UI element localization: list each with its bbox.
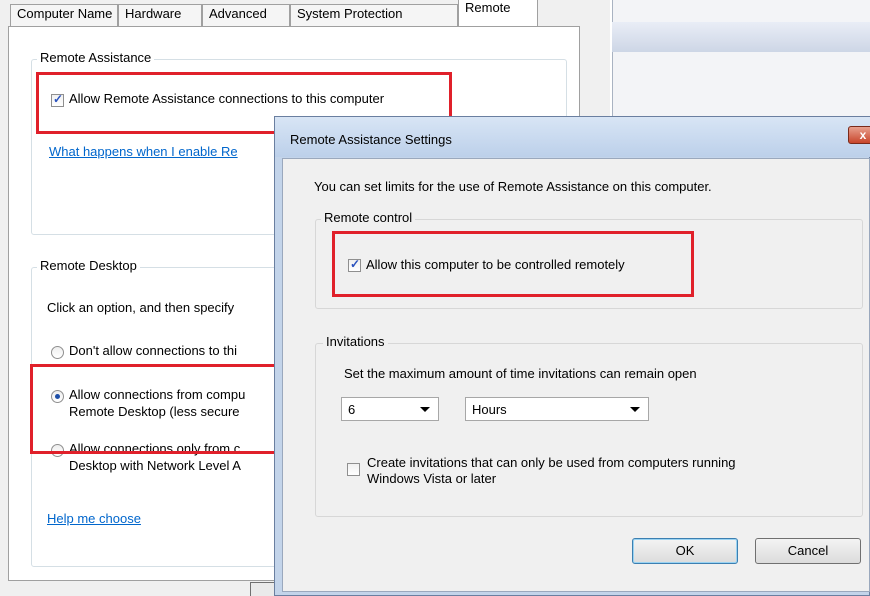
- invitation-unit-select[interactable]: Hours: [465, 397, 649, 421]
- remote-control-title: Remote control: [321, 210, 416, 225]
- invitations-title: Invitations: [323, 334, 388, 349]
- tab-computer-name[interactable]: Computer Name: [10, 4, 118, 26]
- invitation-unit-value: Hours: [472, 402, 507, 417]
- remote-desktop-title: Remote Desktop: [37, 258, 140, 273]
- dialog-title: Remote Assistance Settings: [290, 132, 452, 147]
- background-window-header-band: [612, 22, 870, 52]
- invitation-amount-select[interactable]: 6: [341, 397, 439, 421]
- chevron-down-icon: [630, 407, 640, 412]
- cancel-button[interactable]: Cancel: [755, 538, 861, 564]
- vista-only-checkbox[interactable]: [347, 463, 360, 476]
- dialog-body: You can set limits for the use of Remote…: [282, 158, 870, 592]
- remote-desktop-instruction: Click an option, and then specify: [47, 300, 235, 315]
- dont-allow-label: Don't allow connections to thi: [69, 343, 237, 358]
- chevron-down-icon: [420, 407, 430, 412]
- ok-button[interactable]: OK: [632, 538, 738, 564]
- dialog-intro-text: You can set limits for the use of Remote…: [314, 179, 712, 194]
- allow-nla-only-label-line2: Desktop with Network Level A: [69, 458, 241, 473]
- invitation-amount-value: 6: [348, 402, 356, 417]
- close-icon[interactable]: x: [848, 126, 870, 144]
- tab-remote[interactable]: Remote: [458, 0, 538, 28]
- remote-assistance-title: Remote Assistance: [37, 50, 155, 65]
- invitations-instruction: Set the maximum amount of time invitatio…: [344, 366, 697, 381]
- vista-only-label-line2: Windows Vista or later: [367, 471, 497, 486]
- vista-only-label-line1: Create invitations that can only be used…: [367, 455, 736, 470]
- tab-system-protection[interactable]: System Protection: [290, 4, 458, 26]
- help-me-choose-link[interactable]: Help me choose: [47, 511, 141, 526]
- tab-hardware[interactable]: Hardware: [118, 4, 202, 26]
- highlight-remote-control: [332, 231, 694, 297]
- dont-allow-radio[interactable]: [51, 346, 64, 359]
- what-happens-link[interactable]: What happens when I enable Re: [49, 144, 238, 159]
- tab-advanced[interactable]: Advanced: [202, 4, 290, 26]
